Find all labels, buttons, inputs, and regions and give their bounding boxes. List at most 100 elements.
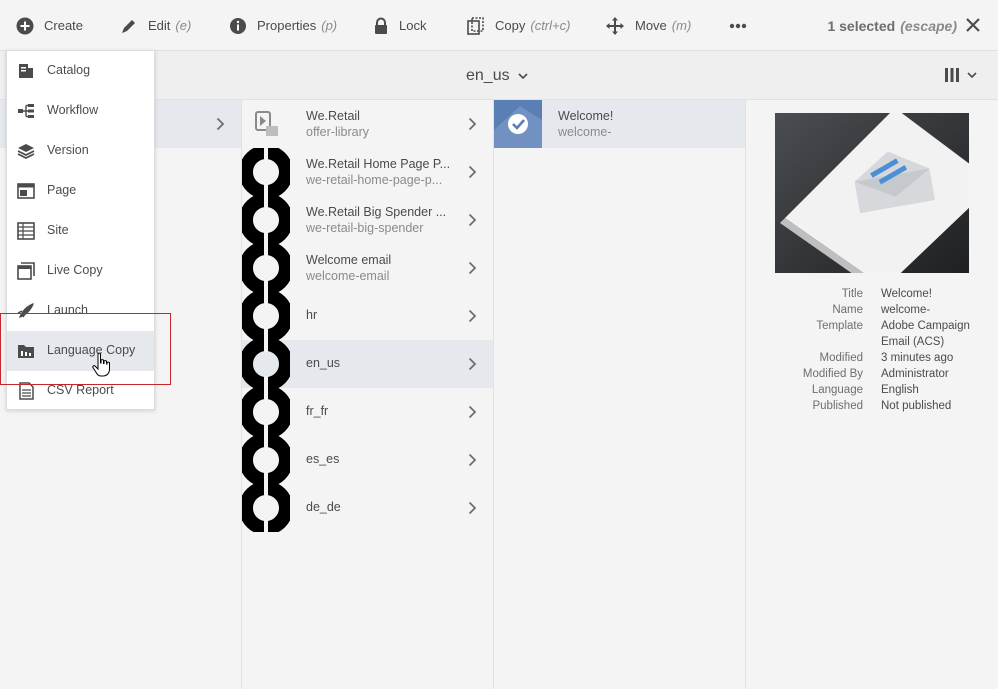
item-title: hr xyxy=(306,308,318,322)
item-title: es_es xyxy=(306,452,340,466)
plus-circle-icon xyxy=(16,17,34,34)
copy-icon xyxy=(467,16,484,35)
list-item[interactable]: en_us xyxy=(242,340,493,388)
menu-item-label: Workflow xyxy=(47,103,99,117)
list-item[interactable]: de_de xyxy=(242,484,493,532)
folder-thumbnail-icon xyxy=(242,148,290,196)
folder-thumbnail-icon xyxy=(242,244,290,292)
selection-count: 1 selected (escape) xyxy=(827,0,957,51)
folder-thumbnail-icon xyxy=(242,388,290,436)
metadata-list: Title Welcome! Name welcome- Template Adobe C… xyxy=(746,288,998,416)
menu-item-label: Live Copy xyxy=(47,263,103,277)
item-title: We.Retail Home Page P... xyxy=(306,157,451,171)
version-icon xyxy=(17,144,35,160)
metadata-key: Modified xyxy=(819,352,863,364)
launch-icon xyxy=(17,303,34,318)
item-name: we-retail-big-spender xyxy=(306,221,424,235)
metadata-key: Title xyxy=(841,288,863,300)
menu-item-workflow[interactable]: Workflow xyxy=(7,91,154,131)
lock-icon xyxy=(375,17,387,34)
chevron-right-icon xyxy=(468,213,477,227)
copy-label: Copy xyxy=(495,18,526,33)
pencil-icon xyxy=(122,19,135,33)
metadata-value: welcome- xyxy=(881,304,931,316)
info-icon xyxy=(230,17,246,34)
selection-shortcut: (escape) xyxy=(900,17,957,34)
folder-thumbnail-icon xyxy=(242,292,290,340)
list-item[interactable]: hr xyxy=(242,292,493,340)
item-title: de_de xyxy=(306,500,341,514)
close-icon[interactable] xyxy=(962,14,984,36)
metadata-key: Name xyxy=(832,304,863,316)
properties-button[interactable]: Properties (p) xyxy=(229,0,337,51)
metadata-row: Modified By Administrator xyxy=(746,368,998,384)
lock-button[interactable]: Lock xyxy=(373,0,426,51)
item-name: offer-library xyxy=(306,125,369,139)
lock-label: Lock xyxy=(399,18,427,33)
item-title: We.Retail xyxy=(306,109,360,123)
folder-thumbnail-icon xyxy=(242,340,290,388)
metadata-value: English xyxy=(881,384,919,396)
edit-shortcut: (e) xyxy=(175,18,192,33)
column-3: Welcome! welcome- xyxy=(494,100,746,689)
more-actions-button[interactable] xyxy=(729,0,757,51)
create-button[interactable]: Create xyxy=(16,0,83,51)
menu-item-site[interactable]: Site xyxy=(7,211,154,251)
chevron-right-icon xyxy=(468,165,477,179)
chevron-down-icon xyxy=(518,72,528,79)
list-item[interactable]: es_es xyxy=(242,436,493,484)
chevron-right-icon xyxy=(468,309,477,323)
metadata-value: Email (ACS) xyxy=(881,336,945,348)
metadata-value: Administrator xyxy=(881,368,949,380)
menu-item-label: Site xyxy=(47,223,69,237)
properties-label: Properties xyxy=(257,18,317,33)
view-switcher[interactable] xyxy=(944,67,977,83)
path-title[interactable]: en_us xyxy=(466,51,528,100)
edit-button[interactable]: Edit (e) xyxy=(120,0,191,51)
item-name: welcome-email xyxy=(306,269,390,283)
chevron-right-icon xyxy=(468,117,477,131)
list-item[interactable]: We.Retail offer-library xyxy=(242,100,493,148)
column-2: We.Retail offer-library We.Retail Home Pag… xyxy=(242,100,494,689)
chevron-right-icon xyxy=(468,405,477,419)
offer-library-icon xyxy=(255,111,278,136)
list-item[interactable]: fr_fr xyxy=(242,388,493,436)
folder-thumbnail-icon xyxy=(242,484,290,532)
metadata-row: Language English xyxy=(746,384,998,400)
create-label: Create xyxy=(44,18,84,33)
language-copy-icon xyxy=(18,345,34,358)
menu-item-catalog[interactable]: Catalog xyxy=(7,51,154,91)
item-title: We.Retail Big Spender ... xyxy=(306,205,447,219)
list-item-selected[interactable]: Welcome! welcome- xyxy=(494,100,745,148)
list-item[interactable]: Welcome email welcome-email xyxy=(242,244,493,292)
metadata-key: Template xyxy=(816,320,863,332)
menu-item-launch[interactable]: Launch xyxy=(7,291,154,331)
more-icon xyxy=(729,23,747,28)
metadata-row: Title Welcome! xyxy=(746,288,998,304)
menu-item-label: Launch xyxy=(47,303,89,317)
column-view-icon xyxy=(945,68,959,82)
path-title-label: en_us xyxy=(466,66,510,84)
copy-shortcut: (ctrl+c) xyxy=(530,18,571,33)
preview-image xyxy=(775,113,969,273)
move-icon xyxy=(606,16,624,35)
list-item[interactable]: We.Retail Big Spender ... we-retail-big-s… xyxy=(242,196,493,244)
item-title: en_us xyxy=(306,356,341,370)
menu-item-csv-report[interactable]: CSV Report xyxy=(7,371,154,411)
folder-thumbnail-icon xyxy=(242,436,290,484)
metadata-row: Email (ACS) xyxy=(746,336,998,352)
metadata-row: Name welcome- xyxy=(746,304,998,320)
move-button[interactable]: Move (m) xyxy=(605,0,691,51)
list-item[interactable]: We.Retail Home Page P... we-retail-home-p… xyxy=(242,148,493,196)
properties-shortcut: (p) xyxy=(321,18,338,33)
metadata-key: Published xyxy=(812,400,863,412)
selection-label: 1 selected xyxy=(827,17,896,34)
edit-label: Edit xyxy=(148,18,171,33)
menu-item-version[interactable]: Version xyxy=(7,131,154,171)
menu-item-language-copy[interactable]: Language Copy xyxy=(7,331,154,371)
copy-button[interactable]: Copy (ctrl+c) xyxy=(467,0,570,51)
menu-item-live-copy[interactable]: Live Copy xyxy=(7,251,154,291)
checkmark-circle-icon xyxy=(494,100,542,148)
metadata-value: Welcome! xyxy=(881,288,932,300)
menu-item-page[interactable]: Page xyxy=(7,171,154,211)
